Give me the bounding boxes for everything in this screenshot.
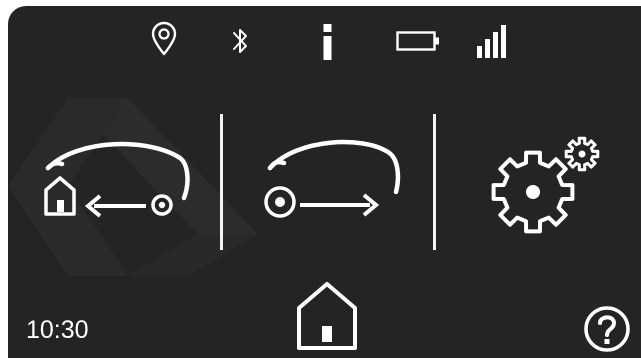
settings-gears-icon xyxy=(491,136,600,234)
clock-time: 10:30 xyxy=(26,316,89,344)
settings-button[interactable] xyxy=(478,116,608,256)
help-button[interactable] xyxy=(582,304,632,354)
location-pin-icon[interactable] xyxy=(150,21,178,57)
help-icon xyxy=(584,306,630,352)
tile-divider xyxy=(433,114,436,250)
bluetooth-icon[interactable] xyxy=(230,24,250,58)
home-button[interactable] xyxy=(294,278,360,354)
info-icon[interactable] xyxy=(321,22,335,62)
device-bezel: 10:30 xyxy=(0,0,641,358)
signal-bar xyxy=(477,46,482,58)
signal-bar xyxy=(493,32,498,58)
battery-icon[interactable] xyxy=(396,30,442,54)
mower-return-home-icon xyxy=(44,141,190,218)
start-mowing-button[interactable] xyxy=(248,116,408,256)
small-gear-hub xyxy=(578,150,586,158)
signal-bar xyxy=(501,25,506,58)
signal-strength-icon[interactable] xyxy=(474,22,510,58)
home-icon xyxy=(297,282,357,350)
status-bar xyxy=(8,6,641,76)
tile-divider xyxy=(220,114,223,250)
signal-bar xyxy=(485,39,490,58)
display-screen: 10:30 xyxy=(8,6,641,358)
mower-start-icon xyxy=(264,139,401,218)
return-to-base-button[interactable] xyxy=(38,116,198,256)
large-gear-hub xyxy=(526,185,540,199)
